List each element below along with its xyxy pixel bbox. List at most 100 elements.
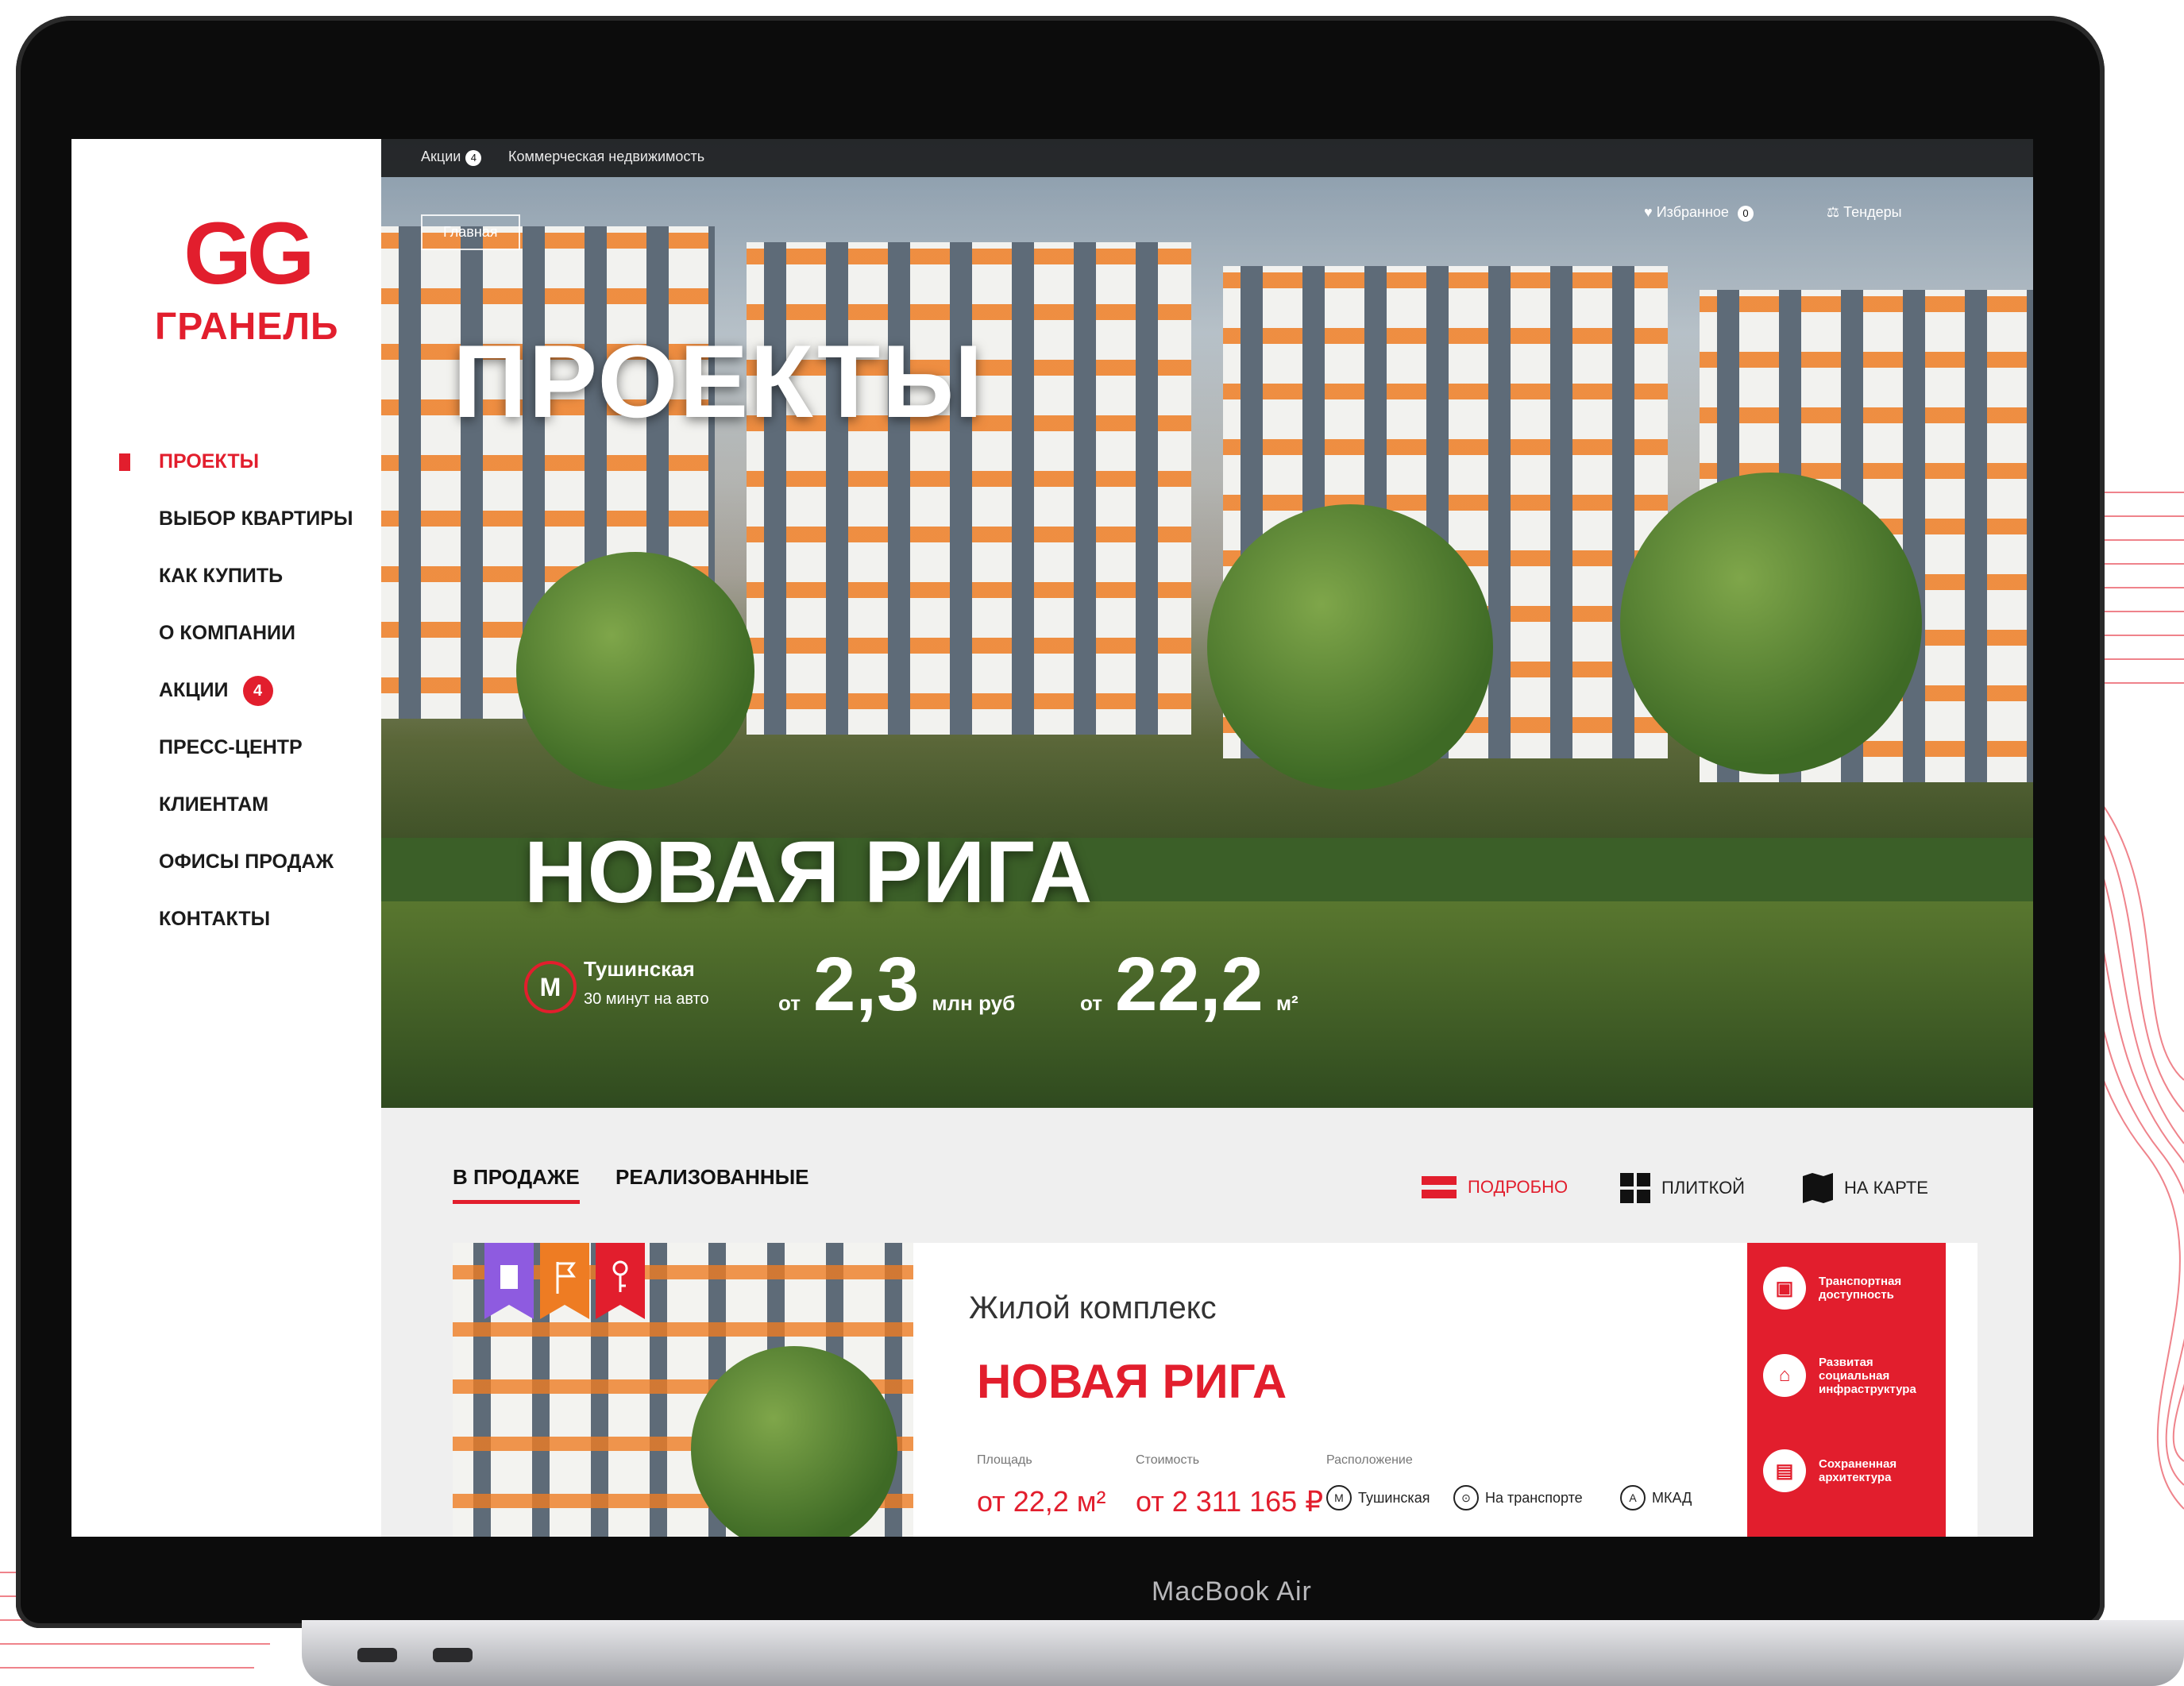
- hero-building-image: [747, 242, 1191, 735]
- nav-item-promotions[interactable]: АКЦИИ 4: [71, 662, 381, 719]
- nav-item-clients[interactable]: КЛИЕНТАМ: [71, 776, 381, 833]
- price-value: от 2 311 165 ₽: [1136, 1485, 1324, 1518]
- nav-label: ОФИСЫ ПРОДАЖ: [159, 851, 334, 873]
- nav-label: КОНТАКТЫ: [159, 908, 271, 930]
- logo-name: ГРАНЕЛЬ: [155, 306, 339, 348]
- nav-item-projects[interactable]: ПРОЕКТЫ: [71, 433, 381, 490]
- projects-section: В ПРОДАЖЕ РЕАЛИЗОВАННЫЕ ПОДРОБНО ПЛИТКОЙ…: [381, 1108, 2033, 1537]
- metro-icon: М: [1326, 1485, 1352, 1510]
- project-card[interactable]: Жилой комплекс НОВАЯ РИГА Площадь от 22,…: [453, 1243, 1978, 1537]
- favorites-label: Избранное: [1656, 204, 1729, 220]
- feature-text: Транспортная доступность: [1819, 1275, 1902, 1302]
- location-text: На транспорте: [1485, 1489, 1583, 1506]
- location-metro: М Тушинская: [1326, 1485, 1430, 1510]
- hero-tree: [1207, 504, 1493, 790]
- feature-infrastructure: ⌂ Развитая социальная инфраструктура: [1763, 1354, 1938, 1397]
- top-bar: Акции 4 Коммерческая недвижимость: [381, 139, 2033, 177]
- bus-icon: ▣: [1763, 1267, 1806, 1310]
- nav-item-press-center[interactable]: ПРЕСС-ЦЕНТР: [71, 719, 381, 776]
- view-label: НА КАРТЕ: [1844, 1178, 1928, 1198]
- nav-label: ПРОЕКТЫ: [159, 450, 260, 473]
- page-title: ПРОЕКТЫ: [453, 323, 985, 439]
- website-screen: GG ГРАНЕЛЬ ПРОЕКТЫ ВЫБОР КВАРТИРЫ КАК КУ…: [71, 139, 2033, 1537]
- location-mkad: А МКАД: [1620, 1485, 1692, 1510]
- location-transport: ⊙ На транспорте: [1453, 1485, 1583, 1510]
- nav-label: КАК КУПИТЬ: [159, 565, 284, 587]
- price-prefix: от: [778, 991, 801, 1015]
- view-label: ПЛИТКОЙ: [1661, 1178, 1745, 1198]
- nav-label: КЛИЕНТАМ: [159, 793, 269, 816]
- road-icon: А: [1620, 1485, 1646, 1510]
- view-label: ПОДРОБНО: [1468, 1177, 1569, 1197]
- main-nav: ПРОЕКТЫ ВЫБОР КВАРТИРЫ КАК КУПИТЬ О КОМП…: [71, 433, 381, 947]
- favorites-count-badge: 0: [1737, 206, 1754, 222]
- tenders-link[interactable]: ⚖ Тендеры: [1827, 204, 1902, 221]
- usb-port: [433, 1648, 473, 1662]
- nav-label: ПРЕСС-ЦЕНТР: [159, 736, 303, 758]
- area-value: от 22,2 м²: [977, 1485, 1106, 1518]
- usb-port: [357, 1648, 397, 1662]
- building-badge-icon: [484, 1243, 534, 1319]
- promotions-link[interactable]: Акции 4: [421, 149, 482, 166]
- project-title: НОВАЯ РИГА: [524, 824, 1093, 921]
- nav-item-how-to-buy[interactable]: КАК КУПИТЬ: [71, 547, 381, 604]
- hero-tree: [1620, 473, 1922, 774]
- view-map-button[interactable]: НА КАРТЕ: [1803, 1173, 1928, 1203]
- location-text: Тушинская: [1358, 1489, 1430, 1506]
- location-text: МКАД: [1652, 1489, 1692, 1506]
- view-tiles-button[interactable]: ПЛИТКОЙ: [1620, 1173, 1745, 1203]
- hero-tree: [516, 552, 754, 790]
- nav-item-sales-offices[interactable]: ОФИСЫ ПРОДАЖ: [71, 833, 381, 890]
- area-stat: от 22,2 м²: [1080, 941, 1298, 1028]
- building-icon: ▤: [1763, 1449, 1806, 1492]
- features-panel: ▣ Транспортная доступность ⌂ Развитая соци…: [1747, 1243, 1946, 1537]
- promotions-count-badge: 4: [242, 676, 273, 707]
- feature-transport: ▣ Транспортная доступность: [1763, 1267, 1938, 1310]
- feature-architecture: ▤ Сохраненная архитектура: [1763, 1449, 1938, 1492]
- map-icon: [1803, 1173, 1833, 1203]
- area-value: 22,2: [1114, 942, 1264, 1027]
- feature-text: Сохраненная архитектура: [1819, 1457, 1897, 1484]
- commercial-property-link[interactable]: Коммерческая недвижимость: [508, 149, 704, 165]
- grid-icon: [1620, 1173, 1650, 1203]
- promo-label: Акции: [421, 149, 461, 164]
- view-detailed-button[interactable]: ПОДРОБНО: [1422, 1173, 1568, 1202]
- transport-icon: ⊙: [1453, 1485, 1479, 1510]
- hero-banner: Акции 4 Коммерческая недвижимость Главная…: [381, 139, 2033, 1108]
- nav-label: ВЫБОР КВАРТИРЫ: [159, 507, 353, 530]
- sidebar: GG ГРАНЕЛЬ ПРОЕКТЫ ВЫБОР КВАРТИРЫ КАК КУ…: [71, 139, 381, 1537]
- card-subtitle: Жилой комплекс: [969, 1291, 1217, 1325]
- metro-travel-time: 30 минут на авто: [584, 990, 709, 1008]
- tab-on-sale[interactable]: В ПРОДАЖЕ: [453, 1165, 580, 1204]
- metro-station: Тушинская: [584, 957, 695, 981]
- price-value: 2,3: [812, 942, 920, 1027]
- flag-badge-icon: [540, 1243, 589, 1319]
- nav-label: АКЦИИ: [159, 679, 229, 701]
- nav-label: О КОМПАНИИ: [159, 622, 295, 644]
- tenders-label: Тендеры: [1843, 204, 1902, 220]
- breadcrumb[interactable]: Главная: [421, 214, 520, 250]
- promo-badge: 4: [465, 150, 482, 166]
- gavel-icon: ⚖: [1827, 204, 1840, 220]
- school-icon: ⌂: [1763, 1354, 1806, 1397]
- area-prefix: от: [1080, 991, 1102, 1015]
- price-unit: млн руб: [932, 991, 1016, 1015]
- nav-item-about[interactable]: О КОМПАНИИ: [71, 604, 381, 662]
- price-label: Стоимость: [1136, 1453, 1200, 1467]
- nav-item-contacts[interactable]: КОНТАКТЫ: [71, 890, 381, 947]
- logo-mark: GG: [183, 205, 314, 303]
- location-label: Расположение: [1326, 1453, 1413, 1467]
- tab-completed[interactable]: РЕАЛИЗОВАННЫЕ: [615, 1165, 808, 1190]
- device-label: MacBook Air: [1152, 1576, 1312, 1607]
- heart-icon: ♥: [1644, 204, 1653, 220]
- area-label: Площадь: [977, 1453, 1032, 1467]
- brand-logo[interactable]: GG ГРАНЕЛЬ: [155, 205, 339, 349]
- price-stat: от 2,3 млн руб: [778, 941, 1015, 1028]
- nav-item-apartment-choice[interactable]: ВЫБОР КВАРТИРЫ: [71, 490, 381, 547]
- card-title[interactable]: НОВАЯ РИГА: [977, 1354, 1287, 1409]
- favorites-link[interactable]: ♥ Избранное 0: [1644, 204, 1754, 222]
- laptop-base: [302, 1620, 2184, 1686]
- area-unit: м²: [1275, 991, 1298, 1015]
- feature-text: Развитая социальная инфраструктура: [1819, 1355, 1916, 1396]
- metro-icon: М: [524, 961, 577, 1013]
